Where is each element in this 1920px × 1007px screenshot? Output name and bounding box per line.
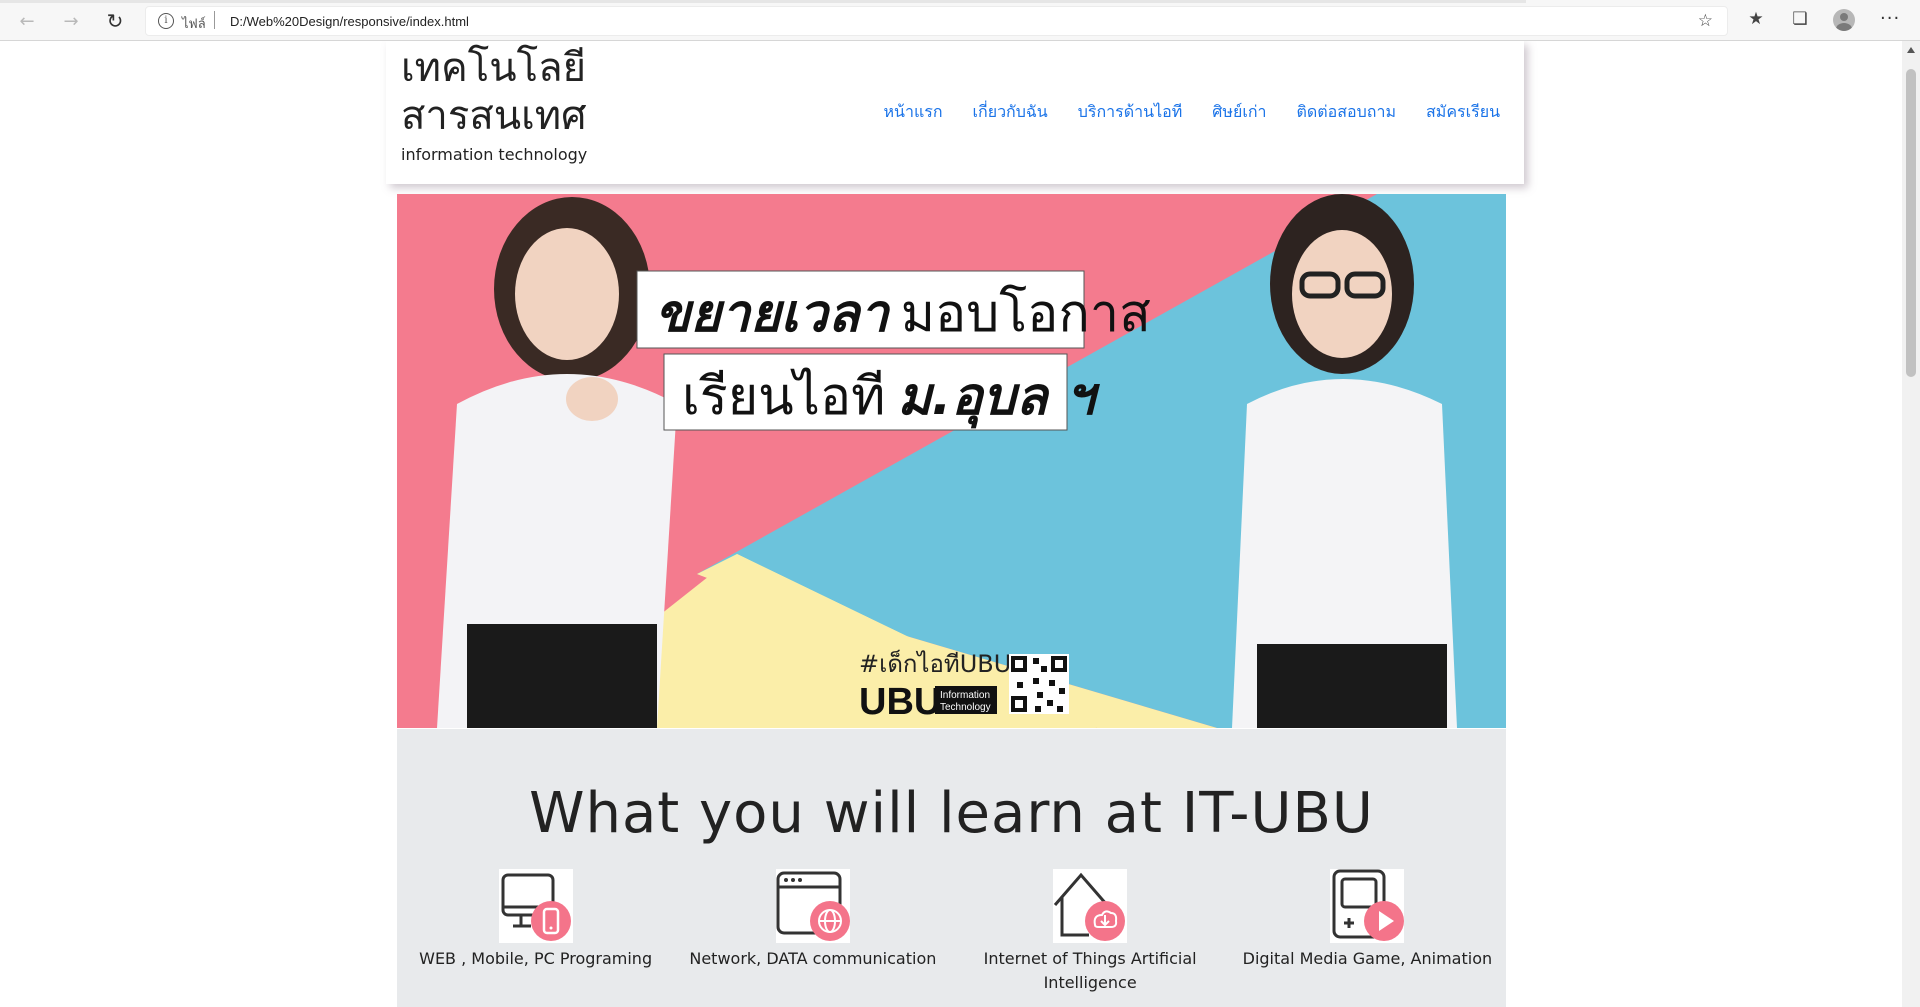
refresh-icon[interactable]: ↻ [102, 8, 128, 34]
learn-item-caption: Network, DATA communication [689, 949, 937, 968]
address-divider [214, 11, 215, 29]
qr-code-icon [1009, 654, 1069, 714]
banner-hashtag: #เด็กไอทีUBU [859, 649, 1011, 678]
favorites-icon[interactable]: ★ [1744, 9, 1768, 33]
back-icon[interactable]: ← [14, 8, 40, 34]
nav-it-services[interactable]: บริการด้านไอที [1078, 100, 1183, 125]
hero-banner: ขยายเวลา มอบโอกาส เรียนไอที ม.อุบล ฯ #เด็ก… [397, 194, 1506, 728]
url-text[interactable]: D:/Web%20Design/responsive/index.html [230, 14, 469, 29]
learn-item: WEB , Mobile, PC Programing [397, 869, 674, 995]
nav-apply[interactable]: สมัครเรียน [1426, 100, 1500, 125]
site-title-line2: สารสนเทศ [401, 93, 587, 139]
learn-section: What you will learn at IT-UBU WEB , Mobi… [397, 729, 1506, 1007]
nav-contact[interactable]: ติดต่อสอบถาม [1296, 100, 1396, 125]
main-nav: หน้าแรก เกี่ยวกับฉัน บริการด้านไอที ศิษย… [853, 100, 1500, 125]
site-title-line1: เทคโนโลยี [401, 45, 587, 91]
tab-strip-line [0, 0, 1526, 3]
learn-item-caption: Digital Media Game, Animation [1242, 949, 1493, 968]
collections-icon[interactable]: ❏ [1788, 9, 1812, 33]
site-title: เทคโนโลยี สารสนเทศ [401, 44, 641, 140]
scroll-up-icon[interactable] [1907, 47, 1915, 53]
learn-item: Digital Media Game, Animation [1229, 869, 1506, 995]
scheme-label: ไฟล์ [182, 17, 206, 32]
banner-logo-sub1: Information [940, 690, 990, 701]
game-play-icon [1330, 869, 1405, 943]
more-icon[interactable]: ··· [1880, 8, 1900, 29]
address-bar[interactable]: i ไฟล์ D:/Web%20Design/responsive/index.… [145, 6, 1728, 36]
site-header: เทคโนโลยี สารสนเทศ information technolog… [386, 41, 1524, 184]
learn-item-caption: Internet of Things Artificial Intelligen… [983, 949, 1197, 992]
page-viewport: เทคโนโลยี สารสนเทศ information technolog… [0, 41, 1902, 1007]
monitor-mobile-icon [498, 869, 573, 943]
nav-home[interactable]: หน้าแรก [883, 100, 942, 125]
browser-toolbar: ← → ↻ i ไฟล์ D:/Web%20Design/responsive/… [0, 0, 1920, 41]
banner-image: ขยายเวลา มอบโอกาส เรียนไอที ม.อุบล ฯ #เด็ก… [397, 194, 1506, 728]
info-icon[interactable]: i [158, 13, 174, 29]
scrollbar-thumb[interactable] [1906, 69, 1916, 377]
learn-title: What you will learn at IT-UBU [529, 781, 1374, 846]
add-favorite-icon[interactable]: ☆ [1698, 11, 1713, 31]
nav-alumni[interactable]: ศิษย์เก่า [1212, 100, 1266, 125]
page-scrollbar[interactable] [1902, 41, 1920, 1007]
nav-about[interactable]: เกี่ยวกับฉัน [973, 100, 1048, 125]
page-container: เทคโนโลยี สารสนเทศ information technolog… [382, 41, 1524, 1007]
site-subtitle: information technology [401, 145, 588, 164]
learn-item: Network, DATA communication [674, 869, 951, 995]
home-cloud-icon [1053, 869, 1128, 943]
profile-avatar[interactable] [1833, 9, 1855, 31]
learn-item-caption: WEB , Mobile, PC Programing [419, 949, 653, 968]
learn-items: WEB , Mobile, PC Programing Network, DAT… [397, 869, 1506, 995]
learn-item: Internet of Things Artificial Intelligen… [952, 869, 1229, 995]
banner-headline-line1: ขยายเวลา มอบโอกาส [655, 284, 1151, 344]
forward-icon[interactable]: → [58, 8, 84, 34]
banner-logo-sub2: Technology [940, 702, 991, 713]
banner-logo-text: UBU [859, 681, 941, 723]
browser-globe-icon [775, 869, 850, 943]
